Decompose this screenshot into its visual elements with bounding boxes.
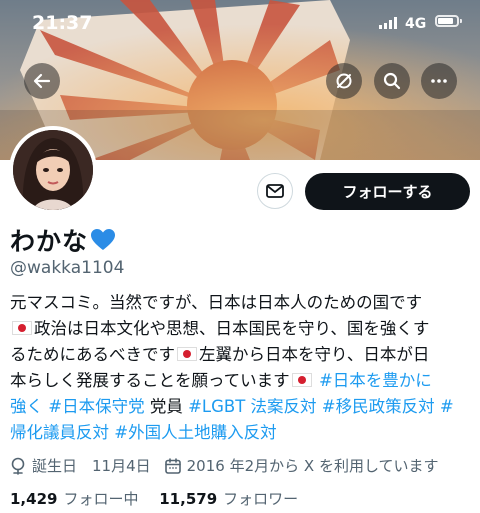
mail-icon: [266, 184, 284, 198]
joined-text: 2016 年2月から X を利用しています: [186, 457, 439, 475]
display-name: わかな: [10, 222, 116, 258]
status-bar: 21:37 4G: [0, 0, 480, 40]
bio-text: 党員: [149, 397, 183, 416]
followers-label: フォロワー: [223, 490, 299, 508]
location-icon: [11, 457, 25, 475]
network-type: 4G: [405, 16, 427, 32]
japan-flag-icon: [291, 373, 312, 387]
avatar-image: [13, 130, 93, 210]
follow-button[interactable]: フォローする: [305, 173, 470, 210]
battery-icon: [435, 15, 462, 27]
bio-line: 政治は日本文化や思想、日本国民を守り、国を強くす: [10, 316, 474, 342]
bio-text: 左翼から日本を守り、日本が日: [199, 345, 430, 364]
bio: 元マスコミ。当然ですが、日本は日本人のための国です 政治は日本文化や思想、日本国…: [10, 290, 474, 446]
hashtag-link[interactable]: #移民政策反対: [322, 397, 435, 416]
search-icon: [383, 72, 401, 90]
following-link[interactable]: 1,429 フォロー中: [10, 490, 154, 508]
bio-text: 元マスコミ。当然ですが、日本は日本人のための国です: [10, 293, 423, 312]
link-off-button[interactable]: [326, 63, 362, 99]
bio-line: 強く #日本保守党 党員 #LGBT 法案反対 #移民政策反対 #: [10, 394, 474, 420]
hashtag-link[interactable]: #: [440, 397, 454, 416]
avatar[interactable]: [9, 126, 97, 214]
link-off-icon: [336, 73, 352, 89]
user-handle: @wakka1104: [10, 258, 125, 278]
back-arrow-icon: [33, 73, 51, 89]
calendar-icon: [164, 457, 181, 474]
hashtag-link[interactable]: #LGBT 法案反対: [188, 397, 316, 416]
more-icon: [431, 79, 447, 83]
hashtag-link[interactable]: #外国人土地購入反対: [114, 423, 276, 442]
hashtag-link[interactable]: #日本を豊かに: [319, 371, 432, 390]
joined-item: 2016 年2月から X を利用しています: [164, 455, 439, 476]
more-button[interactable]: [421, 63, 457, 99]
signal-icon: [379, 17, 397, 29]
follow-stats: 1,429 フォロー中 11,579 フォロワー: [10, 488, 314, 509]
bio-text: るためにあるべきです: [10, 345, 175, 364]
birthday-item: 誕生日 11月4日: [10, 455, 151, 476]
bio-line: るためにあるべきです 左翼から日本を守り、日本が日: [10, 342, 474, 368]
following-count: 1,429: [10, 490, 58, 508]
bio-line: 元マスコミ。当然ですが、日本は日本人のための国です: [10, 290, 474, 316]
blue-heart-icon: [91, 229, 116, 250]
hashtag-link[interactable]: 帰化議員反対: [10, 423, 109, 442]
status-time: 21:37: [32, 12, 93, 34]
bio-text: 政治は日本文化や思想、日本国民を守り、国を強くす: [34, 319, 430, 338]
bio-text: 本らしく発展することを願っています: [10, 371, 290, 390]
following-label: フォロー中: [63, 490, 139, 508]
followers-count: 11,579: [159, 490, 218, 508]
birthday-text: 誕生日 11月4日: [32, 457, 151, 475]
bio-line: 帰化議員反対 #外国人土地購入反対: [10, 420, 474, 446]
profile-meta: 誕生日 11月4日 2016 年2月から X を利用しています: [10, 455, 453, 476]
message-button[interactable]: [257, 173, 293, 209]
back-button[interactable]: [24, 63, 60, 99]
display-name-text: わかな: [10, 227, 89, 256]
japan-flag-icon: [12, 321, 32, 335]
bio-line: 本らしく発展することを願っています #日本を豊かに: [10, 368, 474, 394]
search-button[interactable]: [374, 63, 410, 99]
hashtag-link[interactable]: #日本保守党: [48, 397, 144, 416]
hashtag-link[interactable]: 強く: [10, 397, 43, 416]
followers-link[interactable]: 11,579 フォロワー: [159, 490, 314, 508]
japan-flag-icon: [177, 347, 197, 361]
